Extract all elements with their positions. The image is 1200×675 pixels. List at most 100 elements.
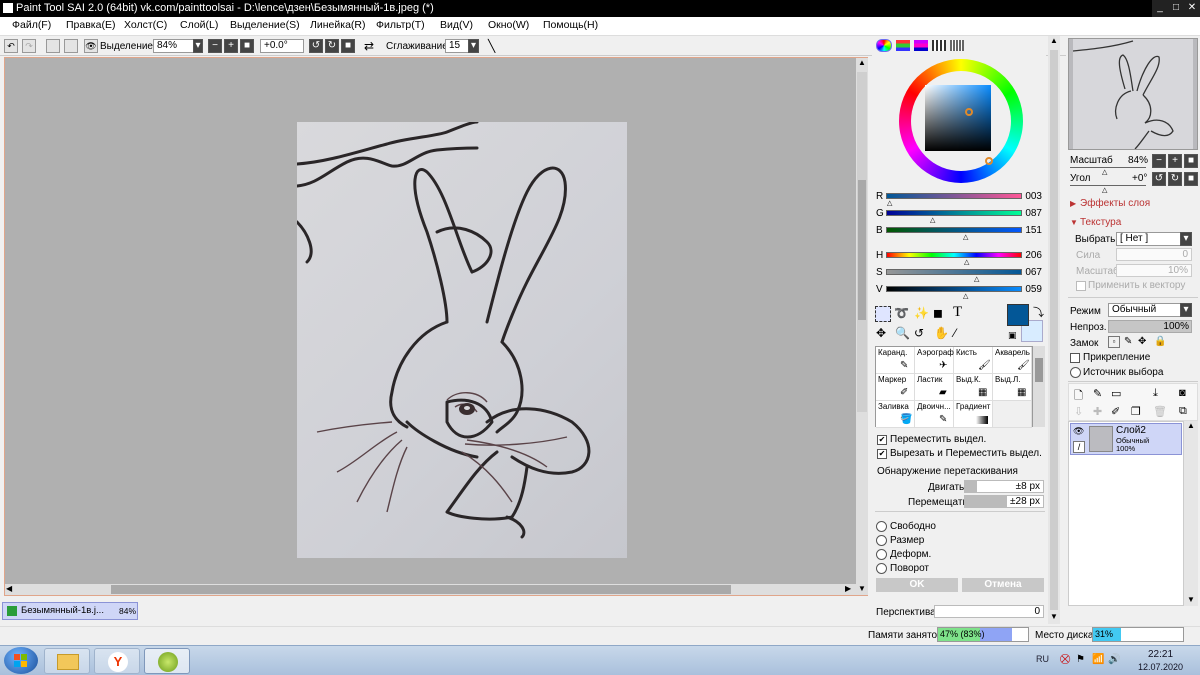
cut-move-selection-checkbox[interactable]: ✔ [877,449,887,459]
invert-select-icon[interactable] [64,39,78,53]
lock-transparency-icon[interactable]: ▫ [1108,336,1120,348]
hue-picker-marker[interactable] [985,157,993,165]
nav-rotate-reset-button[interactable]: ■ [1184,172,1198,186]
slider-marker[interactable]: △ [930,216,935,224]
perspective-field[interactable]: 0 [934,605,1044,618]
v-slider[interactable] [886,286,1022,292]
cancel-button[interactable]: Отмена [962,578,1044,592]
color-mixer-icon[interactable] [932,40,946,51]
canvas-area[interactable]: ▲ ▼ ◀ ▶ [4,57,868,596]
menu-layer[interactable]: Слой(L) [180,19,218,31]
transfer-down-icon[interactable]: ⇩ [1074,405,1083,418]
shift-threshold-field[interactable]: ±28 px [964,495,1044,508]
tool-airbrush[interactable]: Аэрограф ✈ [915,347,954,374]
transparent-color-icon[interactable]: ▣ [1008,330,1017,341]
merge-down-icon[interactable]: ⤓ [1153,387,1158,400]
start-button[interactable] [4,647,38,674]
network-warning-icon[interactable]: ⛒ [1060,654,1070,665]
shape-icon[interactable]: ◼ [933,306,943,320]
size-transform-radio[interactable] [876,535,887,546]
menu-view[interactable]: Вид(V) [440,19,473,31]
navigator-preview[interactable] [1068,38,1198,150]
scroll-right-icon[interactable]: ▶ [845,584,851,593]
tool-marker[interactable]: Маркер ✐ [876,374,915,401]
rgb-slider-mode-icon[interactable] [896,40,910,51]
magic-wand-icon[interactable]: ✨ [914,306,929,320]
texture-header[interactable]: Текстура [1080,217,1121,228]
pen-icon[interactable]: / [1073,441,1085,453]
scroll-up-icon[interactable]: ▲ [858,58,866,67]
move-threshold-field[interactable]: ±8 px [964,480,1044,493]
horizontal-scrollbar[interactable]: ◀ ▶ [5,584,856,595]
tool-gradient[interactable]: Градиент [954,401,993,428]
signal-icon[interactable]: 📶 [1092,654,1104,665]
scroll-down-icon[interactable]: ▼ [858,584,866,593]
document-tab[interactable]: Безымянный-1в.j... 84% [2,602,138,620]
rotate-left-button[interactable]: ↺ [309,39,323,53]
layer-options-icon[interactable]: ⧉ [1179,405,1187,418]
angle-select[interactable]: +0.0° [260,39,304,53]
close-icon[interactable]: ✕ [1184,0,1200,17]
deform-transform-radio[interactable] [876,549,887,560]
g-slider[interactable] [886,210,1022,216]
swap-colors-icon[interactable]: ⤵ [1033,304,1044,320]
swatches-icon[interactable] [950,40,964,51]
clipping-checkbox[interactable] [1070,353,1080,363]
saturation-value-square[interactable] [925,85,991,151]
sv-picker-marker[interactable] [965,108,973,116]
delete-layer-icon[interactable]: 🗑 [1153,405,1167,418]
zoom-icon[interactable]: 🔍 [895,326,910,340]
menu-ruler[interactable]: Линейка(R) [310,19,366,31]
maximize-icon[interactable]: □ [1168,0,1184,17]
zoom-out-button[interactable]: − [208,39,222,53]
menu-canvas[interactable]: Холст(C) [124,19,167,31]
texture-strength-field[interactable]: 0 [1116,248,1192,261]
chevron-down-icon[interactable]: ▾ [1180,303,1192,317]
scroll-down-icon[interactable]: ▼ [1050,612,1058,621]
tool-brush[interactable]: Кисть 🖌 [954,347,993,374]
nav-zoom-out-button[interactable]: − [1152,154,1166,168]
eyedropper-icon[interactable]: ⁄ [954,326,956,340]
tool-eraser[interactable]: Ластик ▰ [915,374,954,401]
menu-file[interactable]: Файл(F) [12,19,51,31]
layer-effects-header[interactable]: Эффекты слоя [1080,198,1150,209]
vertical-scrollbar[interactable]: ▲ ▼ [856,58,868,595]
color-wheel-mode-icon[interactable] [876,39,892,52]
ok-button[interactable]: OK [876,578,958,592]
layers-scrollbar[interactable]: ▲ ▼ [1184,421,1198,606]
slider-marker[interactable]: △ [974,275,979,283]
scroll-left-icon[interactable]: ◀ [6,584,12,593]
text-tool-icon[interactable]: T [953,304,962,321]
new-folder-icon[interactable]: ▭ [1111,387,1121,400]
clock-date[interactable]: 12.07.2020 [1138,662,1183,672]
zoom-in-button[interactable]: + [224,39,238,53]
eye-icon[interactable]: 👁 [1073,426,1085,438]
texture-scale-field[interactable]: 10% [1116,264,1192,277]
nav-rotate-right-button[interactable]: ↻ [1168,172,1182,186]
slider-marker[interactable]: △ [963,292,968,300]
slider-marker[interactable]: △ [887,199,892,207]
volume-icon[interactable]: 🔊 [1108,654,1120,665]
hand-icon[interactable]: ✋ [934,326,949,340]
clear-layer-icon[interactable]: ✐ [1111,405,1120,418]
menu-edit[interactable]: Правка(E) [66,19,115,31]
tool-binary[interactable]: Двоичн... ✎ [915,401,954,428]
zoom-reset-button[interactable]: ■ [240,39,254,53]
slider-marker[interactable]: △ [1102,168,1107,176]
merge-icon[interactable]: ✚ [1093,405,1102,418]
menu-filter[interactable]: Фильтр(T) [376,19,425,31]
tool-pencil[interactable]: Каранд. ✎ [876,347,915,374]
vertical-scroll-thumb[interactable] [858,180,866,320]
layer-mask-icon[interactable]: ◙ [1179,387,1186,399]
layer-item[interactable]: 👁 / Слой2 Обычный 100% [1070,423,1182,455]
b-slider[interactable] [886,227,1022,233]
rect-select-icon[interactable] [875,306,891,322]
tool-select-pen[interactable]: Выд.К. ▦ [954,374,993,401]
rotate-transform-radio[interactable] [876,563,887,574]
chevron-down-icon[interactable]: ▾ [468,39,479,53]
tool-watercolor[interactable]: Акварель 🖌 [993,347,1032,374]
rotate-reset-button[interactable]: ■ [341,39,355,53]
scroll-up-icon[interactable]: ▲ [1187,421,1195,430]
eye-icon[interactable]: 👁 [84,39,98,53]
flip-icon[interactable]: ⇄ [364,39,374,53]
